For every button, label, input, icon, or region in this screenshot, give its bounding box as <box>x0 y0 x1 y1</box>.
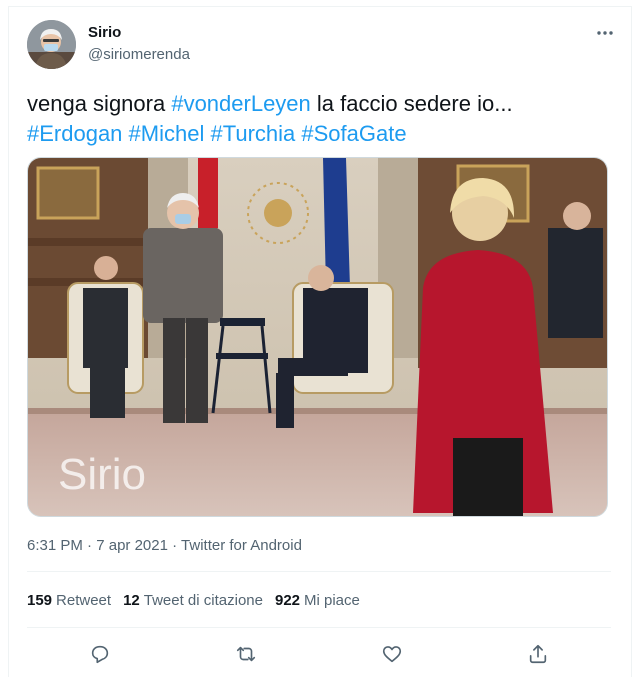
image-watermark: Sirio <box>58 450 147 499</box>
tweet-meta: 6:31 PM · 7 apr 2021 · Twitter for Andro… <box>27 537 302 554</box>
user-handle[interactable]: @siriomerenda <box>88 46 190 63</box>
hashtag-link[interactable]: #Turchia <box>210 121 295 146</box>
tweet-actions <box>27 634 611 674</box>
retweets-stat[interactable]: 159 Retweet <box>27 592 111 609</box>
reply-button[interactable] <box>83 637 117 671</box>
retweets-count: 159 <box>27 592 53 609</box>
display-name[interactable]: Sirio <box>88 24 121 41</box>
reply-icon <box>91 645 109 664</box>
likes-label: Mi piace <box>304 592 360 609</box>
quotes-stat[interactable]: 12 Tweet di citazione <box>123 592 263 609</box>
tweet-time[interactable]: 6:31 PM <box>27 537 83 554</box>
likes-stat[interactable]: 922 Mi piace <box>275 592 360 609</box>
tweet-text: venga signora #vonderLeyen la faccio sed… <box>27 89 617 149</box>
tweet-text-part: venga signora <box>27 91 172 116</box>
likes-count: 922 <box>274 592 301 609</box>
meta-separator: · <box>172 537 178 554</box>
share-icon <box>529 644 547 664</box>
hashtag-link[interactable]: #Erdogan <box>27 121 122 146</box>
quotes-count: 12 <box>123 592 140 609</box>
hashtag-link[interactable]: #SofaGate <box>301 121 406 146</box>
avatar[interactable] <box>27 20 76 69</box>
like-icon <box>382 646 402 663</box>
share-button[interactable] <box>521 637 555 671</box>
tweet-media-image[interactable]: Sirio <box>27 157 608 517</box>
hashtag-link[interactable]: #vonderLeyen <box>171 91 310 116</box>
tweet-source[interactable]: Twitter for Android <box>181 537 302 554</box>
retweets-label: Retweet <box>56 592 112 609</box>
tweet-stats: 159 Retweet 12 Tweet di citazione 922 Mi… <box>27 592 360 609</box>
retweet-icon <box>236 646 256 662</box>
meta-separator: · <box>87 537 93 554</box>
tweet-text-part: la faccio sedere io... <box>310 91 513 116</box>
more-options-button[interactable] <box>593 21 617 45</box>
more-icon <box>597 31 613 35</box>
hashtag-link[interactable]: #Michel <box>129 121 205 146</box>
tweet-card: Sirio @siriomerenda venga signora #vonde… <box>8 6 632 677</box>
tweet-date[interactable]: 7 apr 2021 <box>96 537 168 554</box>
divider <box>27 571 611 572</box>
divider <box>27 627 611 628</box>
quotes-label: Tweet di citazione <box>143 592 263 609</box>
retweet-button[interactable] <box>229 637 263 671</box>
like-button[interactable] <box>375 637 409 671</box>
